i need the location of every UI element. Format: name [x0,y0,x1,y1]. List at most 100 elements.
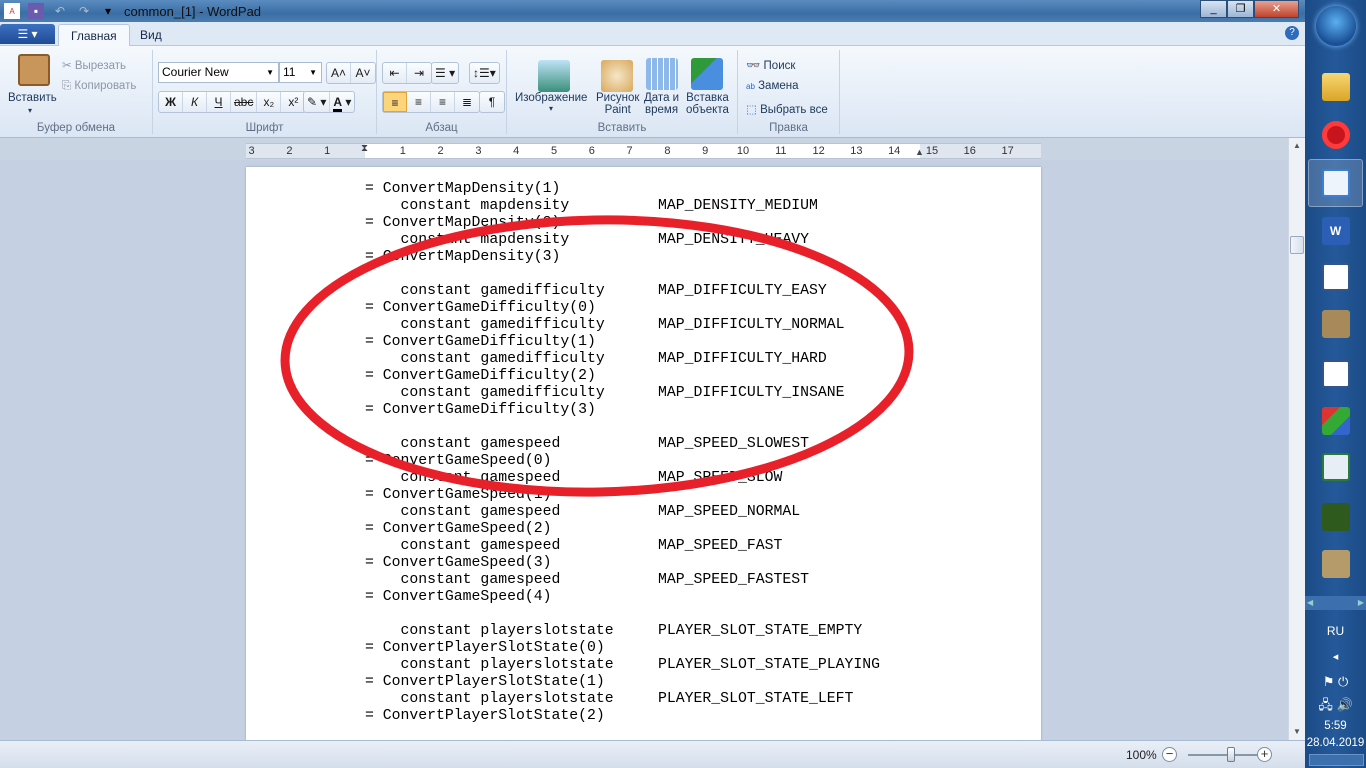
wordpad-app-icon[interactable]: A [4,3,20,19]
document-line: constant playerslotstate PLAYER_SLOT_STA… [365,691,854,707]
document-line: = ConvertGameSpeed(4) [365,589,552,605]
taskbar-mpq[interactable] [1308,397,1363,445]
redo-icon[interactable]: ↷ [76,3,92,19]
minimize-button[interactable]: _ [1200,0,1227,18]
paste-button[interactable]: Вставить [8,92,57,104]
cut-button[interactable]: ✂ Вырезать [62,58,126,72]
font-family-value: Courier New [162,65,229,79]
copy-button[interactable]: ⎘ Копировать [62,80,136,93]
tab-home[interactable]: Главная [58,24,130,47]
right-indent-marker[interactable]: ▲ [915,147,924,157]
ruler-label: 16 [963,145,976,157]
vertical-scrollbar[interactable]: ▲ ▼ [1288,138,1305,740]
document-text[interactable]: = ConvertMapDensity(1) constant mapdensi… [365,181,880,725]
taskbar-notepad-1[interactable] [1308,253,1363,301]
bold-button[interactable]: Ж [159,92,183,112]
grow-font-button[interactable]: A˄ [327,63,351,83]
paste-icon[interactable] [18,54,50,86]
ruler-label: 14 [888,145,901,157]
scroll-down-arrow[interactable]: ▼ [1289,724,1305,740]
paint-palette-icon[interactable] [601,60,633,92]
scroll-thumb[interactable] [1290,236,1304,254]
replace-button[interactable]: ab Замена [746,80,799,92]
paragraph-button[interactable]: ¶ [480,92,504,112]
font-family-select[interactable]: Courier New ▼ [158,62,279,83]
document-page[interactable]: = ConvertMapDensity(1) constant mapdensi… [246,167,1041,740]
tray-action-center-icon[interactable]: ⚑ ⏻ [1305,674,1366,690]
taskbar-app-scroll-2[interactable] [1308,540,1363,588]
taskbar-warcraft[interactable] [1308,493,1363,541]
object-label-2: объекта [686,104,729,116]
taskbar-wordpad[interactable] [1308,159,1363,207]
zoom-out-button[interactable]: − [1162,747,1177,762]
tray-network-volume-icons[interactable]: 🖧 🔊 [1305,696,1366,718]
align-right-button[interactable]: ≡ [431,92,455,112]
zoom-slider-thumb[interactable] [1227,747,1235,762]
clock-date[interactable]: 28.04.2019 [1305,737,1366,749]
decrease-indent-button[interactable]: ⇤ [383,63,407,83]
strikethrough-button[interactable]: abc [231,92,258,112]
find-button[interactable]: 👓 Поиск [746,58,795,72]
insert-image-button[interactable]: Изображение [515,92,587,104]
ribbon-tabs: ☰ ▾ Главная Вид ? [0,22,1305,47]
line-spacing-button[interactable]: ↕☰▾ [470,63,499,83]
taskbar-scroll-buttons[interactable]: ◀ ▶ [1305,596,1366,610]
highlight-color-button[interactable]: ✎ ▾ [304,92,331,112]
tab-view[interactable]: Вид [128,24,174,47]
calendar-clock-icon[interactable] [646,58,678,90]
document-line: = ConvertGameDifficulty(1) [365,334,596,350]
document-line: constant gamedifficulty MAP_DIFFICULTY_H… [365,351,827,367]
document-line: constant gamespeed MAP_SPEED_FAST [365,538,783,554]
close-button[interactable]: ✕ [1254,0,1299,18]
indent-marker[interactable]: ⧗ [361,143,368,154]
ruler-label: 1 [399,145,406,157]
zoom-in-button[interactable]: + [1257,747,1272,762]
taskbar-opera[interactable] [1308,111,1363,159]
taskbar-app-window[interactable] [1308,443,1363,491]
document-line: = ConvertPlayerSlotState(0) [365,640,605,656]
shrink-font-button[interactable]: A˅ [351,63,375,83]
show-desktop-button[interactable] [1309,754,1364,766]
italic-button[interactable]: К [183,92,207,112]
increase-indent-button[interactable]: ⇥ [407,63,431,83]
taskbar-app-scroll[interactable] [1308,300,1363,348]
language-indicator[interactable]: RU [1305,624,1366,638]
document-line: constant gamespeed MAP_SPEED_NORMAL [365,504,801,520]
help-icon[interactable]: ? [1285,26,1299,40]
insert-object-button[interactable]: Вставка объекта [686,92,729,116]
start-button[interactable] [1316,6,1356,46]
document-line: = ConvertGameDifficulty(3) [365,402,596,418]
text-color-button[interactable]: A ▾ [330,92,354,112]
customize-quick-access-icon[interactable]: ▾ [100,3,116,19]
ruler-label: 12 [812,145,825,157]
select-all-button[interactable]: ⬚ Выбрать все [746,102,828,116]
insert-object-icon[interactable] [691,58,723,90]
taskbar-explorer[interactable] [1308,63,1363,111]
date-time-button[interactable]: Дата и время [644,92,679,116]
clock-time[interactable]: 5:59 [1305,720,1366,732]
font-size-select[interactable]: 11 ▼ [279,62,322,83]
align-left-button[interactable]: ≡ [383,92,407,112]
list-button[interactable]: ☰ ▾ [432,63,458,83]
ruler-label: 7 [626,145,633,157]
taskbar-notepad-2[interactable] [1308,350,1363,398]
scroll-up-arrow[interactable]: ▲ [1289,138,1305,154]
taskbar-word[interactable]: W [1308,207,1363,255]
subscript-button[interactable]: x₂ [257,92,282,112]
save-icon[interactable]: ▪ [28,3,44,19]
superscript-button[interactable]: x² [281,92,305,112]
replace-icon: ab [746,82,755,91]
justify-button[interactable]: ≣ [455,92,479,112]
show-hidden-icons[interactable]: ◂ [1305,650,1366,663]
maximize-button[interactable]: ❐ [1227,0,1254,18]
paint-drawing-button[interactable]: Рисунок Paint [596,92,639,116]
ruler[interactable]: 3 2 1 1 2 3 4 5 6 7 8 9 10 11 12 13 14 15 16 17 ⧗ ▲ [246,143,1041,159]
image-icon[interactable] [538,60,570,92]
clipboard-group-label: Буфер обмена [36,122,116,134]
undo-icon[interactable]: ↶ [52,3,68,19]
underline-button[interactable]: Ч [207,92,231,112]
align-center-button[interactable]: ≡ [407,92,431,112]
file-menu-button[interactable]: ☰ ▾ [0,24,55,44]
